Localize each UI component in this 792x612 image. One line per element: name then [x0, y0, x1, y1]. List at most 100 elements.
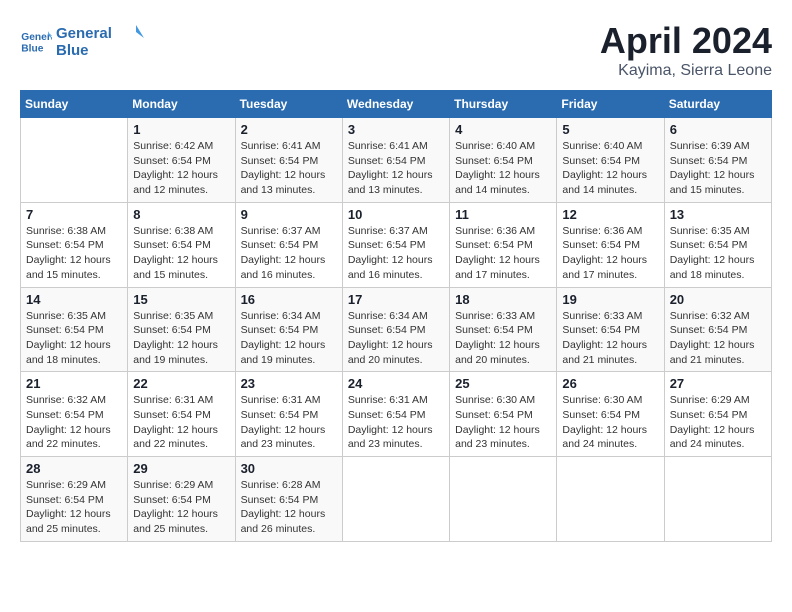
day-number: 2: [241, 122, 337, 137]
calendar-cell: 12Sunrise: 6:36 AMSunset: 6:54 PMDayligh…: [557, 202, 664, 287]
calendar-cell: 7 Sunrise: 6:38 AMSunset: 6:54 PMDaylight…: [21, 202, 128, 287]
day-info: Sunrise: 6:42 AMSunset: 6:54 PMDaylight:…: [133, 139, 229, 198]
calendar-cell: [664, 457, 771, 542]
calendar-cell: 9 Sunrise: 6:37 AMSunset: 6:54 PMDaylight…: [235, 202, 342, 287]
calendar-cell: 8 Sunrise: 6:38 AMSunset: 6:54 PMDaylight…: [128, 202, 235, 287]
calendar-cell: 27 Sunrise: 6:29 AMSunset: 6:54 PMDayligh…: [664, 372, 771, 457]
day-info: Sunrise: 6:33 AMSunset: 6:54 PMDaylight:…: [562, 309, 658, 368]
weekday-header-monday: Monday: [128, 91, 235, 118]
calendar-cell: 21 Sunrise: 6:32 AMSunset: 6:54 PMDayligh…: [21, 372, 128, 457]
day-info: Sunrise: 6:28 AMSunset: 6:54 PMDaylight:…: [241, 478, 337, 537]
svg-text:Blue: Blue: [56, 42, 89, 59]
day-info: Sunrise: 6:41 AMSunset: 6:54 PMDaylight:…: [241, 139, 337, 198]
day-info: Sunrise: 6:33 AMSunset: 6:54 PMDaylight:…: [455, 309, 551, 368]
day-info: Sunrise: 6:35 AMSunset: 6:54 PMDaylight:…: [670, 224, 766, 283]
calendar-cell: 23 Sunrise: 6:31 AMSunset: 6:54 PMDayligh…: [235, 372, 342, 457]
day-number: 10: [348, 207, 444, 222]
day-number: 14: [26, 292, 122, 307]
day-info: Sunrise: 6:40 AMSunset: 6:54 PMDaylight:…: [562, 139, 658, 198]
day-info: Sunrise: 6:38 AMSunset: 6:54 PMDaylight:…: [26, 224, 122, 283]
day-info: Sunrise: 6:40 AMSunset: 6:54 PMDaylight:…: [455, 139, 551, 198]
day-number: 22: [133, 376, 229, 391]
calendar-cell: 26 Sunrise: 6:30 AMSunset: 6:54 PMDayligh…: [557, 372, 664, 457]
weekday-header-friday: Friday: [557, 91, 664, 118]
calendar-cell: 10Sunrise: 6:37 AMSunset: 6:54 PMDayligh…: [342, 202, 449, 287]
day-number: 6: [670, 122, 766, 137]
svg-text:General: General: [21, 32, 52, 43]
day-number: 7: [26, 207, 122, 222]
day-number: 19: [562, 292, 658, 307]
day-info: Sunrise: 6:32 AMSunset: 6:54 PMDaylight:…: [26, 393, 122, 452]
weekday-header-saturday: Saturday: [664, 91, 771, 118]
weekday-header-tuesday: Tuesday: [235, 91, 342, 118]
calendar-cell: 4 Sunrise: 6:40 AMSunset: 6:54 PMDaylight…: [450, 118, 557, 203]
day-number: 27: [670, 376, 766, 391]
day-number: 8: [133, 207, 229, 222]
calendar-cell: 3 Sunrise: 6:41 AMSunset: 6:54 PMDaylight…: [342, 118, 449, 203]
calendar-cell: 17Sunrise: 6:34 AMSunset: 6:54 PMDayligh…: [342, 287, 449, 372]
day-number: 16: [241, 292, 337, 307]
weekday-header-sunday: Sunday: [21, 91, 128, 118]
day-number: 24: [348, 376, 444, 391]
day-info: Sunrise: 6:35 AMSunset: 6:54 PMDaylight:…: [133, 309, 229, 368]
day-number: 30: [241, 461, 337, 476]
day-number: 18: [455, 292, 551, 307]
day-number: 21: [26, 376, 122, 391]
calendar-cell: 25 Sunrise: 6:30 AMSunset: 6:54 PMDayligh…: [450, 372, 557, 457]
day-number: 3: [348, 122, 444, 137]
calendar-cell: 28Sunrise: 6:29 AMSunset: 6:54 PMDayligh…: [21, 457, 128, 542]
day-info: Sunrise: 6:31 AMSunset: 6:54 PMDaylight:…: [241, 393, 337, 452]
calendar-cell: 20Sunrise: 6:32 AMSunset: 6:54 PMDayligh…: [664, 287, 771, 372]
day-info: Sunrise: 6:37 AMSunset: 6:54 PMDaylight:…: [241, 224, 337, 283]
day-info: Sunrise: 6:34 AMSunset: 6:54 PMDaylight:…: [348, 309, 444, 368]
day-number: 9: [241, 207, 337, 222]
day-number: 29: [133, 461, 229, 476]
calendar-cell: 19 Sunrise: 6:33 AMSunset: 6:54 PMDayligh…: [557, 287, 664, 372]
day-number: 15: [133, 292, 229, 307]
calendar-cell: 29 Sunrise: 6:29 AMSunset: 6:54 PMDayligh…: [128, 457, 235, 542]
calendar-cell: 16 Sunrise: 6:34 AMSunset: 6:54 PMDayligh…: [235, 287, 342, 372]
calendar-cell: 1 Sunrise: 6:42 AMSunset: 6:54 PMDaylight…: [128, 118, 235, 203]
title-block: April 2024 Kayima, Sierra Leone: [600, 20, 772, 80]
day-number: 13: [670, 207, 766, 222]
day-info: Sunrise: 6:39 AMSunset: 6:54 PMDaylight:…: [670, 139, 766, 198]
calendar-cell: 24 Sunrise: 6:31 AMSunset: 6:54 PMDayligh…: [342, 372, 449, 457]
day-number: 26: [562, 376, 658, 391]
day-number: 12: [562, 207, 658, 222]
logo-icon: General Blue: [20, 26, 52, 58]
day-info: Sunrise: 6:29 AMSunset: 6:54 PMDaylight:…: [133, 478, 229, 537]
day-number: 25: [455, 376, 551, 391]
day-info: Sunrise: 6:38 AMSunset: 6:54 PMDaylight:…: [133, 224, 229, 283]
day-info: Sunrise: 6:31 AMSunset: 6:54 PMDaylight:…: [348, 393, 444, 452]
calendar-cell: [450, 457, 557, 542]
svg-text:General: General: [56, 25, 112, 42]
day-info: Sunrise: 6:34 AMSunset: 6:54 PMDaylight:…: [241, 309, 337, 368]
location-subtitle: Kayima, Sierra Leone: [600, 62, 772, 80]
day-info: Sunrise: 6:41 AMSunset: 6:54 PMDaylight:…: [348, 139, 444, 198]
logo-text: General Blue: [56, 20, 146, 65]
page-header: General Blue General Blue April 2024 Kay…: [20, 20, 772, 80]
day-number: 1: [133, 122, 229, 137]
calendar-cell: 14 Sunrise: 6:35 AMSunset: 6:54 PMDayligh…: [21, 287, 128, 372]
calendar-cell: 22Sunrise: 6:31 AMSunset: 6:54 PMDayligh…: [128, 372, 235, 457]
calendar-cell: [21, 118, 128, 203]
logo: General Blue General Blue: [20, 20, 146, 65]
day-info: Sunrise: 6:29 AMSunset: 6:54 PMDaylight:…: [26, 478, 122, 537]
day-info: Sunrise: 6:29 AMSunset: 6:54 PMDaylight:…: [670, 393, 766, 452]
day-info: Sunrise: 6:30 AMSunset: 6:54 PMDaylight:…: [455, 393, 551, 452]
calendar-cell: 30 Sunrise: 6:28 AMSunset: 6:54 PMDayligh…: [235, 457, 342, 542]
calendar-cell: 2 Sunrise: 6:41 AMSunset: 6:54 PMDaylight…: [235, 118, 342, 203]
calendar-cell: [557, 457, 664, 542]
calendar-table: SundayMondayTuesdayWednesdayThursdayFrid…: [20, 90, 772, 542]
day-number: 20: [670, 292, 766, 307]
day-info: Sunrise: 6:35 AMSunset: 6:54 PMDaylight:…: [26, 309, 122, 368]
day-number: 23: [241, 376, 337, 391]
calendar-cell: 5Sunrise: 6:40 AMSunset: 6:54 PMDaylight…: [557, 118, 664, 203]
day-info: Sunrise: 6:30 AMSunset: 6:54 PMDaylight:…: [562, 393, 658, 452]
day-number: 4: [455, 122, 551, 137]
calendar-cell: 13 Sunrise: 6:35 AMSunset: 6:54 PMDayligh…: [664, 202, 771, 287]
weekday-header-thursday: Thursday: [450, 91, 557, 118]
day-info: Sunrise: 6:36 AMSunset: 6:54 PMDaylight:…: [455, 224, 551, 283]
calendar-cell: [342, 457, 449, 542]
calendar-cell: 6 Sunrise: 6:39 AMSunset: 6:54 PMDaylight…: [664, 118, 771, 203]
